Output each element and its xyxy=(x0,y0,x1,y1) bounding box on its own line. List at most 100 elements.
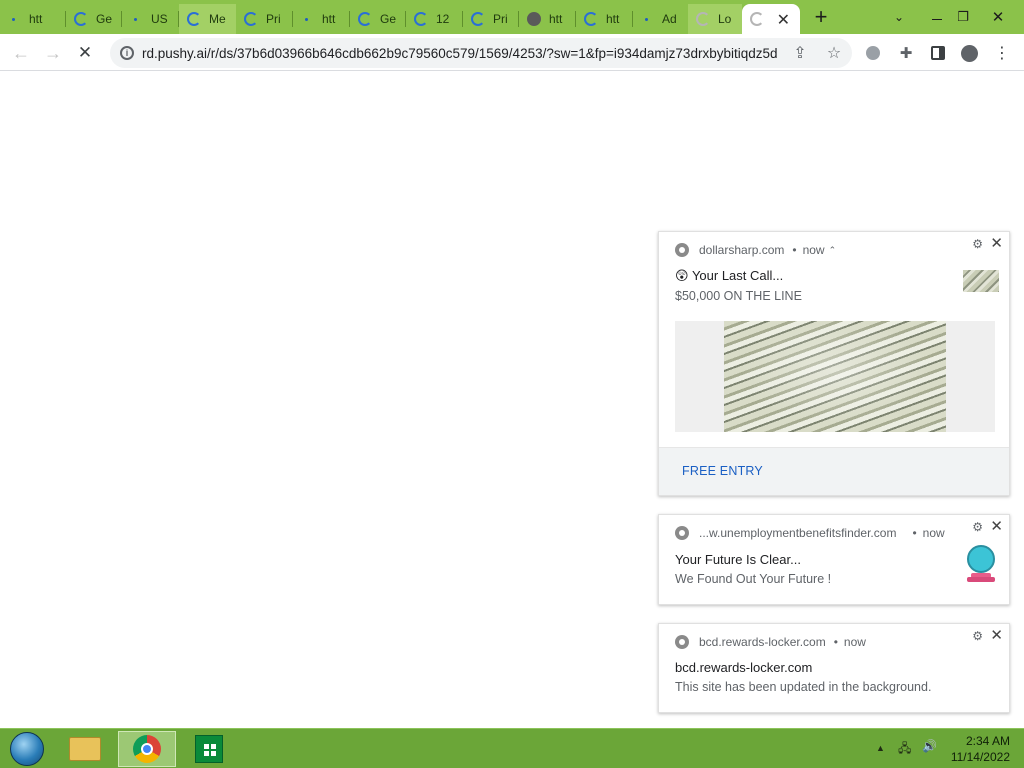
address-bar[interactable]: i rd.pushy.ai/r/ds/37b6d03966b646cdb662b… xyxy=(110,38,852,68)
tab-9[interactable]: Pri xyxy=(463,4,519,34)
taskbar-explorer[interactable] xyxy=(64,731,106,767)
tab-label: Pri xyxy=(266,12,281,26)
notification-action-bar: FREE ENTRY xyxy=(659,447,1009,495)
separator-dot: • xyxy=(833,635,838,649)
notification-site: bcd.rewards-locker.com xyxy=(699,635,826,649)
tab-11[interactable]: htt xyxy=(576,4,633,34)
window-close-button[interactable]: ✕ xyxy=(985,4,1011,30)
tab-10[interactable]: htt xyxy=(519,4,576,34)
chevron-down-icon: ⌄ xyxy=(893,10,905,24)
tab-label: htt xyxy=(549,12,563,26)
tab-label: htt xyxy=(322,12,336,26)
notification-dollarsharp[interactable]: dollarsharp.com • now ⌃ ⚙ ✕ 😲 Your Last … xyxy=(658,231,1010,496)
volume-icon[interactable]: 🔊 xyxy=(922,739,937,753)
system-clock[interactable]: 2:34 AM 11/14/2022 xyxy=(951,733,1010,765)
kebab-menu-icon: ⋮ xyxy=(994,45,1010,62)
tab-label: 12 xyxy=(436,12,450,26)
loading-spinner-icon xyxy=(74,12,88,26)
notification-title: bcd.rewards-locker.com xyxy=(675,660,813,675)
tab-13[interactable]: Lo xyxy=(688,4,742,34)
loading-spinner-icon xyxy=(187,12,201,26)
settings-gear-icon[interactable]: ⚙ xyxy=(972,237,983,251)
back-button[interactable]: ← xyxy=(8,40,34,66)
tab-3[interactable]: US xyxy=(122,4,179,34)
tab-2[interactable]: Ge xyxy=(66,4,122,34)
notification-title: 😲 Your Last Call... xyxy=(675,268,784,283)
notification-unemployment[interactable]: ...w.unemploymentbenefitsfinder.com • no… xyxy=(658,514,1010,605)
loading-dot-icon xyxy=(134,17,137,21)
tab-7[interactable]: Ge xyxy=(350,4,406,34)
restore-icon: ❐ xyxy=(957,9,969,24)
plus-icon: + xyxy=(814,4,828,29)
tab-1[interactable]: htt xyxy=(0,4,66,34)
close-icon[interactable]: ✕ xyxy=(990,234,1003,252)
notification-message: This site has been updated in the backgr… xyxy=(675,680,932,694)
stop-button[interactable]: ✕ xyxy=(72,40,98,66)
settings-gear-icon[interactable]: ⚙ xyxy=(972,629,983,643)
network-icon[interactable]: 🖧 xyxy=(898,739,911,760)
minimize-button[interactable] xyxy=(924,4,950,30)
tab-8[interactable]: 12 xyxy=(406,4,463,34)
loading-spinner-icon xyxy=(750,12,764,26)
url-text[interactable]: rd.pushy.ai/r/ds/37b6d03966b646cdb662b9c… xyxy=(142,46,782,61)
tab-5[interactable]: Pri xyxy=(236,4,293,34)
notification-site: dollarsharp.com xyxy=(699,243,785,257)
extensions-menu-button[interactable]: ✚ xyxy=(893,40,919,66)
tab-label: htt xyxy=(606,12,620,26)
notification-message: $50,000 ON THE LINE xyxy=(675,289,802,303)
tab-label: Lo xyxy=(718,12,732,26)
tab-active[interactable]: ✕ xyxy=(742,4,800,34)
avatar-icon xyxy=(960,44,978,62)
close-icon[interactable]: ✕ xyxy=(990,626,1003,644)
forward-button[interactable]: → xyxy=(40,40,66,66)
folder-icon xyxy=(69,737,101,761)
close-tab-icon[interactable]: ✕ xyxy=(777,10,790,30)
notification-title: Your Future Is Clear... xyxy=(675,552,801,567)
chrome-icon xyxy=(675,526,689,540)
money-stack-image xyxy=(724,321,946,432)
chrome-icon xyxy=(675,243,689,257)
shocked-face-emoji: 😲 xyxy=(675,268,689,283)
tab-6[interactable]: htt xyxy=(293,4,350,34)
globe-icon xyxy=(527,12,541,26)
loading-dot-icon xyxy=(12,17,15,21)
notification-message: We Found Out Your Future ! xyxy=(675,572,832,586)
stop-loading-icon: ✕ xyxy=(77,43,93,62)
tab-search-button[interactable]: ⌄ xyxy=(886,4,912,30)
chevron-up-icon[interactable]: ⌃ xyxy=(829,245,837,256)
show-hidden-icons-chevron-icon[interactable]: ▲ xyxy=(876,743,885,753)
tab-label: Ge xyxy=(96,12,113,26)
loading-spinner-icon xyxy=(696,12,710,26)
loading-spinner-icon xyxy=(584,12,598,26)
loading-spinner-icon xyxy=(358,12,372,26)
extension-puzzle-grey-icon xyxy=(866,46,880,60)
bookmark-star-icon[interactable]: ☆ xyxy=(824,43,844,63)
site-info-icon[interactable]: i xyxy=(120,46,134,60)
profile-button[interactable] xyxy=(956,40,982,66)
free-entry-button[interactable]: FREE ENTRY xyxy=(682,464,763,478)
side-panel-button[interactable] xyxy=(925,40,951,66)
minimize-icon xyxy=(932,18,942,20)
notification-header: bcd.rewards-locker.com • now xyxy=(675,635,866,649)
close-icon[interactable]: ✕ xyxy=(990,517,1003,535)
restore-button[interactable]: ❐ xyxy=(950,4,976,30)
tab-label: Ad xyxy=(662,12,677,26)
tab-label: htt xyxy=(29,12,43,26)
menu-button[interactable]: ⋮ xyxy=(989,40,1015,66)
notification-rewards-locker[interactable]: bcd.rewards-locker.com • now ⚙ ✕ bcd.rew… xyxy=(658,623,1010,713)
tab-label: US xyxy=(151,12,168,26)
share-icon[interactable]: ⇪ xyxy=(790,43,810,63)
loading-spinner-icon xyxy=(471,12,485,26)
store-bag-icon xyxy=(195,735,223,763)
taskbar-store[interactable] xyxy=(188,731,230,767)
tab-label: Ge xyxy=(380,12,397,26)
tab-12[interactable]: Ad xyxy=(633,4,688,34)
new-tab-button[interactable]: + xyxy=(808,4,834,30)
tab-4[interactable]: Me xyxy=(179,4,236,34)
notification-site: ...w.unemploymentbenefitsfinder.com xyxy=(699,526,897,540)
side-panel-icon xyxy=(931,46,945,60)
taskbar-chrome[interactable] xyxy=(118,731,176,767)
start-button[interactable] xyxy=(6,731,48,767)
settings-gear-icon[interactable]: ⚙ xyxy=(972,520,983,534)
extension-button[interactable] xyxy=(860,40,886,66)
